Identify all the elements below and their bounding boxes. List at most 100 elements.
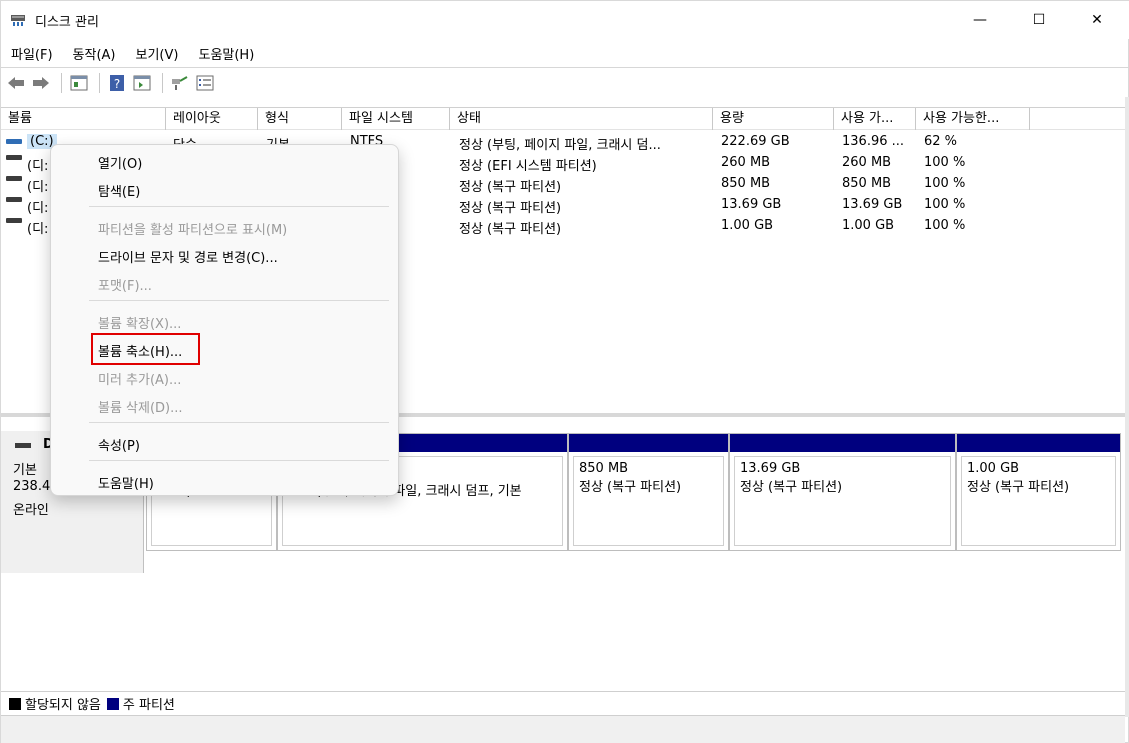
row-percent: 100 % [924, 218, 966, 233]
menu-file[interactable]: 파일(F) [1, 41, 63, 65]
row-percent: 62 % [924, 134, 958, 149]
scrollbar[interactable] [1125, 97, 1129, 717]
row-status: 정상 (복구 파티션) [459, 201, 562, 216]
minimize-button[interactable]: — [957, 1, 1003, 39]
col-status[interactable]: 상태 [450, 108, 713, 130]
menu-item-extend: 볼륨 확장(X)... [98, 317, 182, 332]
row-percent: 100 % [924, 155, 966, 170]
window-title: 디스크 관리 [35, 15, 99, 30]
drive-icon [6, 176, 22, 181]
row-capacity: 850 MB [721, 176, 771, 191]
forward-icon[interactable] [30, 72, 52, 94]
row-capacity: 260 MB [721, 155, 771, 170]
row-status: 정상 (부팅, 페이지 파일, 크래시 덤... [459, 138, 661, 153]
row-free: 13.69 GB [842, 197, 903, 212]
row-volume: (디: [27, 159, 49, 174]
menu-item-explore[interactable]: 탐색(E) [98, 181, 140, 200]
drive-icon [6, 218, 22, 223]
row-capacity: 13.69 GB [721, 197, 782, 212]
row-percent: 100 % [924, 176, 966, 191]
toolbar-separator [61, 73, 62, 93]
help-icon[interactable]: ? [106, 72, 128, 94]
row-free: 260 MB [842, 155, 892, 170]
row-status: 정상 (복구 파티션) [459, 180, 562, 195]
maximize-icon: ☐ [1032, 12, 1046, 28]
menu-separator [89, 206, 389, 207]
menu-item-open[interactable]: 열기(O) [98, 153, 142, 172]
maximize-button[interactable]: ☐ [1016, 1, 1062, 39]
legend-primary: 주 파티션 [122, 698, 175, 713]
menu-bar: 파일(F) 동작(A) 보기(V) 도움말(H) [1, 41, 1129, 65]
partition-bar [569, 434, 728, 452]
title-bar: 디스크 관리 — ☐ ✕ [1, 1, 1129, 39]
partition-recovery-3[interactable]: 1.00 GB 정상 (복구 파티션) [956, 433, 1121, 551]
row-free: 1.00 GB [842, 218, 895, 233]
col-layout[interactable]: 레이아웃 [166, 108, 258, 130]
row-free: 136.96 ... [842, 134, 905, 149]
row-volume: (디: [27, 180, 49, 195]
menu-item-properties[interactable]: 속성(P) [98, 435, 140, 454]
row-status: 정상 (EFI 시스템 파티션) [459, 159, 597, 174]
row-volume: (디: [27, 222, 49, 237]
menu-separator [89, 300, 389, 301]
close-icon: ✕ [1091, 12, 1103, 28]
col-free-space[interactable]: 사용 가... [834, 108, 916, 130]
partition-status: 정상 (복구 파티션) [740, 480, 843, 495]
partition-size: 850 MB [579, 461, 629, 476]
partition-status: 정상 (복구 파티션) [579, 480, 682, 495]
show-hide-icon[interactable] [131, 72, 153, 94]
menu-divider [1, 67, 1129, 68]
menu-help[interactable]: 도움말(H) [188, 41, 264, 65]
disk-management-icon [10, 12, 26, 28]
disk-management-window: 디스크 관리 — ☐ ✕ 파일(F) 동작(A) 보기(V) 도움말(H) ? … [0, 0, 1129, 743]
svg-text:?: ? [114, 77, 120, 91]
context-menu: 열기(O) 탐색(E) 파티션을 활성 파티션으로 표시(M) 드라이브 문자 … [50, 144, 399, 496]
partition-bar [730, 434, 955, 452]
row-capacity: 222.69 GB [721, 134, 790, 149]
close-button[interactable]: ✕ [1074, 1, 1120, 39]
partition-recovery-2[interactable]: 13.69 GB 정상 (복구 파티션) [729, 433, 956, 551]
minimize-icon: — [973, 12, 987, 28]
row-percent: 100 % [924, 197, 966, 212]
menu-item-help[interactable]: 도움말(H) [98, 473, 154, 492]
menu-item-add-mirror: 미러 추가(A)... [98, 373, 182, 388]
partition-status: 정상 (복구 파티션) [967, 480, 1070, 495]
status-bar [1, 715, 1125, 743]
disk-kind: 기본 [13, 463, 37, 478]
primary-swatch [106, 697, 119, 710]
toolbar-separator [99, 73, 100, 93]
menu-separator [89, 460, 389, 461]
menu-action[interactable]: 동작(A) [63, 41, 126, 65]
toolbar-separator [162, 73, 163, 93]
row-volume: (디: [27, 201, 49, 216]
col-filesystem[interactable]: 파일 시스템 [342, 108, 450, 130]
col-capacity[interactable]: 용량 [713, 108, 834, 130]
drive-icon [6, 139, 22, 144]
connect-icon[interactable] [169, 72, 191, 94]
partition-recovery-1[interactable]: 850 MB 정상 (복구 파티션) [568, 433, 729, 551]
partition-size: 1.00 GB [967, 461, 1020, 476]
drive-icon [6, 155, 22, 160]
partition-size: 13.69 GB [740, 461, 801, 476]
volume-list-header: 볼륨 레이아웃 형식 파일 시스템 상태 용량 사용 가... 사용 가능한..… [1, 108, 1125, 130]
row-status: 정상 (복구 파티션) [459, 222, 562, 237]
partition-bar [957, 434, 1120, 452]
menu-item-shrink[interactable]: 볼륨 축소(H)... [98, 341, 182, 360]
back-icon[interactable] [5, 72, 27, 94]
menu-item-delete: 볼륨 삭제(D)... [98, 401, 183, 416]
menu-separator [89, 422, 389, 423]
col-free-percent[interactable]: 사용 가능한... [916, 108, 1030, 130]
menu-item-mark-active: 파티션을 활성 파티션으로 표시(M) [98, 223, 288, 238]
disk-state: 온라인 [13, 503, 49, 518]
unallocated-swatch [9, 697, 21, 710]
menu-view[interactable]: 보기(V) [126, 41, 189, 65]
legend: 할당되지 않음 주 파티션 [1, 691, 1125, 715]
checklist-icon[interactable] [194, 72, 216, 94]
col-volume[interactable]: 볼륨 [1, 108, 166, 130]
menu-item-change-letter[interactable]: 드라이브 문자 및 경로 변경(C)... [98, 247, 278, 266]
col-type[interactable]: 형식 [258, 108, 342, 130]
disk-size: 238.4 [13, 479, 51, 494]
disk-icon [15, 443, 31, 448]
row-capacity: 1.00 GB [721, 218, 774, 233]
properties-icon[interactable] [68, 72, 90, 94]
